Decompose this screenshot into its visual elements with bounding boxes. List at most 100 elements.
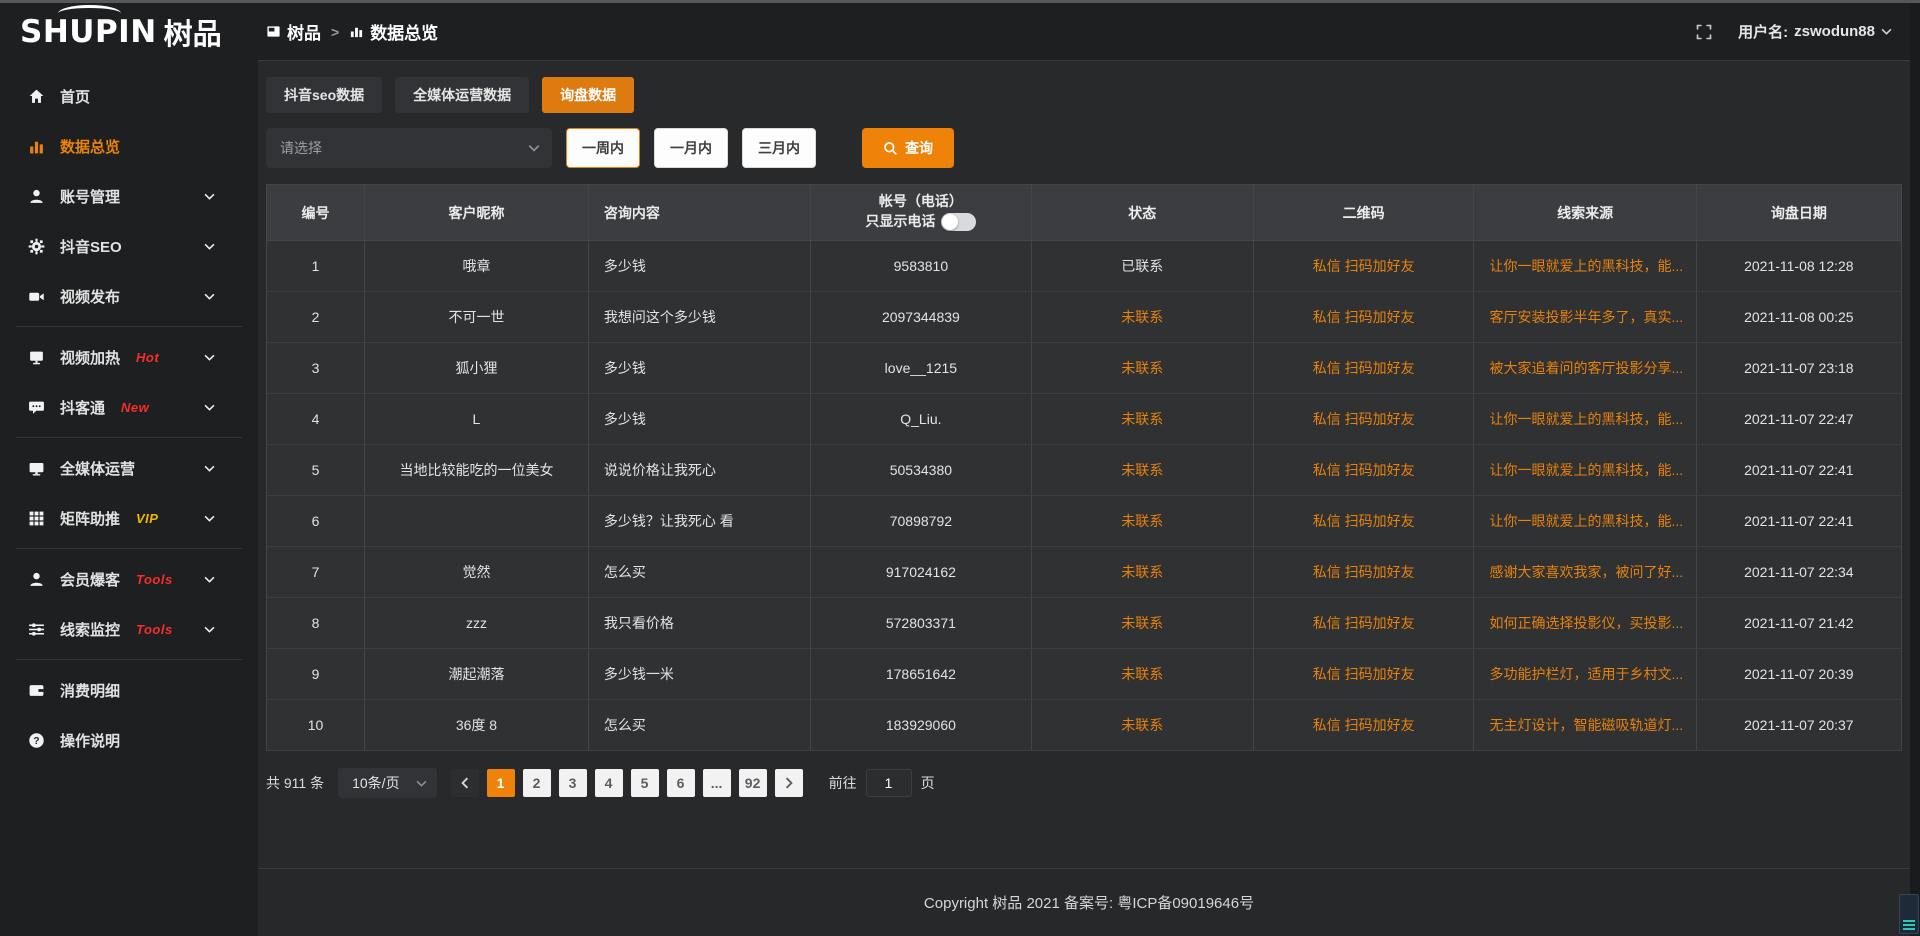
sidebar-item-video-heat[interactable]: 视频加热 Hot (0, 332, 258, 382)
range-month-button[interactable]: 一月内 (654, 128, 728, 168)
cell-status: 未联系 (1032, 394, 1254, 444)
account-select[interactable]: 请选择 (266, 128, 552, 168)
breadcrumb-home[interactable]: 树品 (266, 19, 321, 44)
range-quarter-button[interactable]: 三月内 (742, 128, 816, 168)
col-qrcode: 二维码 (1254, 185, 1475, 240)
cell-nickname (365, 496, 589, 546)
logo-text-en: SHUPIN (20, 14, 157, 50)
sidebar-item-leads-monitor[interactable]: 线索监控 Tools (0, 604, 258, 654)
sidebar-item-douketong[interactable]: 抖客通 New (0, 382, 258, 432)
chevron-right-icon (785, 777, 793, 789)
sidebar-item-help[interactable]: ? 操作说明 (0, 715, 258, 765)
goto-page: 前往 页 (829, 769, 935, 797)
cell-source-link[interactable]: 无主灯设计，智能磁吸轨道灯... (1474, 700, 1696, 750)
cell-account: love__1215 (811, 343, 1032, 393)
cell-content: 说说价格让我死心 (589, 445, 811, 495)
sidebar-item-data-overview[interactable]: 数据总览 (0, 121, 258, 171)
corner-widget[interactable] (1899, 894, 1919, 934)
page-size-select[interactable]: 10条/页 (338, 768, 436, 798)
range-week-button[interactable]: 一周内 (566, 128, 640, 168)
cell-qrcode-links[interactable]: 私信 扫码加好友 (1254, 394, 1475, 444)
tab-inquiry-data[interactable]: 询盘数据 (542, 77, 634, 113)
cell-account: 183929060 (811, 700, 1032, 750)
page-number-button[interactable]: 1 (487, 769, 515, 797)
sidebar-item-matrix-boost[interactable]: 矩阵助推 VIP (0, 493, 258, 543)
cell-status: 未联系 (1032, 598, 1254, 648)
cell-source-link[interactable]: 被大家追着问的客厅投影分享... (1474, 343, 1696, 393)
cell-qrcode-links[interactable]: 私信 扫码加好友 (1254, 700, 1475, 750)
col-nickname: 客户昵称 (365, 185, 589, 240)
page-number-button[interactable]: 2 (523, 769, 551, 797)
cell-source-link[interactable]: 让你一眼就爱上的黑科技，能... (1474, 241, 1696, 291)
sidebar-item-label: 会员爆客 (60, 569, 120, 590)
page-buttons: 123456... 92 (487, 769, 775, 797)
footer: Copyright 树品 2021 备案号: 粤ICP备09019646号 (258, 868, 1920, 936)
cell-source-link[interactable]: 让你一眼就爱上的黑科技，能... (1474, 445, 1696, 495)
sidebar-item-media-ops[interactable]: 全媒体运营 (0, 443, 258, 493)
cell-account: 178651642 (811, 649, 1032, 699)
cell-account: 9583810 (811, 241, 1032, 291)
topbar-main: 树品 > 数据总览 用户名: zswodun88 (258, 3, 1920, 61)
cell-nickname: zzz (365, 598, 589, 648)
cell-status: 未联系 (1032, 496, 1254, 546)
table-row: 10 36度 8 怎么买 183929060 未联系 私信 扫码加好友 无主灯设… (267, 700, 1901, 751)
sidebar-item-label: 全媒体运营 (60, 458, 135, 479)
page-number-button[interactable]: ... (703, 769, 731, 797)
cell-qrcode-links[interactable]: 私信 扫码加好友 (1254, 445, 1475, 495)
table-row: 6 多少钱？让我死心 看 70898792 未联系 私信 扫码加好友 让你一眼就… (267, 496, 1901, 547)
sidebar-item-video-publish[interactable]: 视频发布 (0, 271, 258, 321)
next-page-button[interactable] (775, 769, 803, 797)
page-number-button[interactable]: 92 (739, 769, 767, 797)
scrollbar-track[interactable] (1910, 3, 1920, 936)
home-icon (28, 88, 45, 105)
cell-source-link[interactable]: 让你一眼就爱上的黑科技，能... (1474, 496, 1696, 546)
cell-nickname: 狐小狸 (365, 343, 589, 393)
page-number-button[interactable]: 3 (559, 769, 587, 797)
prev-page-button[interactable] (451, 769, 479, 797)
table-row: 4 L 多少钱 Q_Liu. 未联系 私信 扫码加好友 让你一眼就爱上的黑科技，… (267, 394, 1901, 445)
cell-date: 2021-11-07 21:42 (1697, 598, 1901, 648)
copyright-text: Copyright 树品 2021 备案号: 粤ICP备09019646号 (924, 892, 1254, 913)
tools-badge: Tools (136, 572, 173, 587)
cell-date: 2021-11-07 20:37 (1697, 700, 1901, 750)
cell-qrcode-links[interactable]: 私信 扫码加好友 (1254, 496, 1475, 546)
tab-douyin-seo-data[interactable]: 抖音seo数据 (266, 77, 382, 113)
cell-qrcode-links[interactable]: 私信 扫码加好友 (1254, 343, 1475, 393)
page-number-button[interactable]: 6 (667, 769, 695, 797)
cell-qrcode-links[interactable]: 私信 扫码加好友 (1254, 598, 1475, 648)
tab-media-ops-data[interactable]: 全媒体运营数据 (395, 77, 529, 113)
goto-page-input[interactable] (866, 769, 912, 797)
cell-status: 未联系 (1032, 292, 1254, 342)
breadcrumb-current[interactable]: 数据总览 (349, 19, 438, 44)
cell-date: 2021-11-08 12:28 (1697, 241, 1901, 291)
breadcrumb-label: 数据总览 (370, 19, 438, 44)
cell-source-link[interactable]: 如何正确选择投影仪，买投影... (1474, 598, 1696, 648)
cell-date: 2021-11-07 22:34 (1697, 547, 1901, 597)
cell-source-link[interactable]: 客厅安装投影半年多了，真实... (1474, 292, 1696, 342)
query-button[interactable]: 查询 (862, 128, 954, 168)
page-number-button[interactable]: 4 (595, 769, 623, 797)
cell-content: 我想问这个多少钱 (589, 292, 811, 342)
cell-nickname: 不可一世 (365, 292, 589, 342)
cell-qrcode-links[interactable]: 私信 扫码加好友 (1254, 241, 1475, 291)
sidebar-item-spend-details[interactable]: 消费明细 (0, 665, 258, 715)
fullscreen-icon[interactable] (1696, 24, 1712, 40)
cell-source-link[interactable]: 感谢大家喜欢我家，被问了好... (1474, 547, 1696, 597)
sidebar-item-member-leads[interactable]: 会员爆客 Tools (0, 554, 258, 604)
user-menu[interactable]: 用户名: zswodun88 (1738, 21, 1892, 42)
page-number-button[interactable]: 5 (631, 769, 659, 797)
chevron-down-icon (204, 576, 221, 583)
sidebar-item-home[interactable]: 首页 (0, 71, 258, 121)
cell-source-link[interactable]: 让你一眼就爱上的黑科技，能... (1474, 394, 1696, 444)
sidebar-item-account-mgmt[interactable]: 账号管理 (0, 171, 258, 221)
phone-only-toggle[interactable] (941, 213, 976, 231)
logo[interactable]: SHUPIN 树品 (0, 3, 258, 61)
sidebar-item-douyin-seo[interactable]: 抖音SEO (0, 221, 258, 271)
cell-source-link[interactable]: 多功能护栏灯，适用于乡村文... (1474, 649, 1696, 699)
topbar-right: 用户名: zswodun88 (1696, 21, 1892, 42)
cell-id: 8 (267, 598, 365, 648)
cell-qrcode-links[interactable]: 私信 扫码加好友 (1254, 649, 1475, 699)
cell-qrcode-links[interactable]: 私信 扫码加好友 (1254, 547, 1475, 597)
cell-qrcode-links[interactable]: 私信 扫码加好友 (1254, 292, 1475, 342)
sidebar-divider (16, 548, 242, 549)
